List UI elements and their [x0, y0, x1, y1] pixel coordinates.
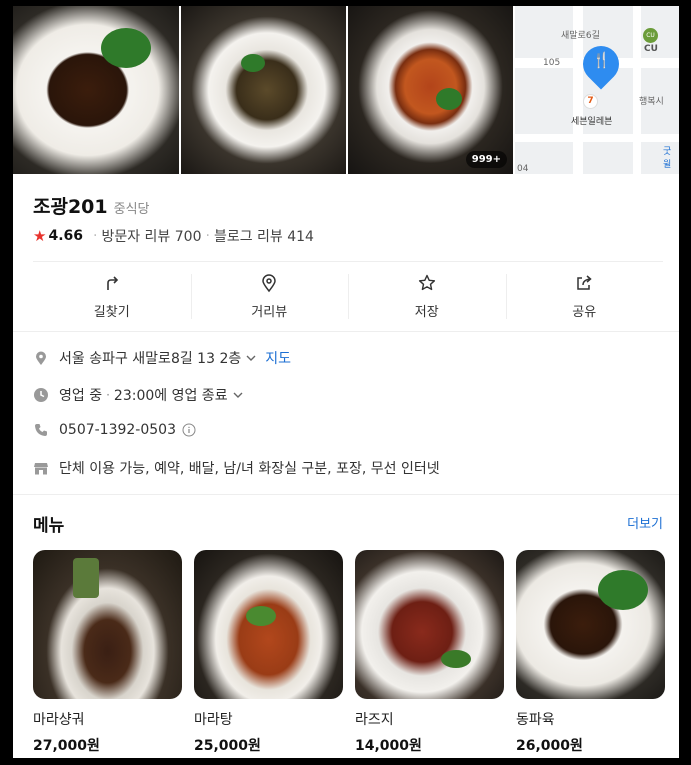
menu-item-image	[516, 550, 665, 699]
menu-item-name: 라즈지	[355, 712, 394, 728]
open-status: 영업 중	[59, 388, 103, 404]
mini-map[interactable]: 새말로6길 CU CU 105 행복시 🍴 7 세븐일레븐 굿윌 04	[515, 6, 679, 174]
photo-count-badge: 999+	[465, 151, 507, 168]
menu-item-image	[355, 550, 504, 699]
menu-item-price: 25,000원	[194, 738, 261, 754]
menu-list: 마라샹궈 27,000원 마라탕 25,000원 라즈지 14,000원 동파육…	[33, 550, 665, 755]
vegetable-garnish	[246, 606, 276, 626]
menu-item[interactable]: 마라샹궈 27,000원	[33, 550, 182, 755]
map-road	[633, 6, 641, 174]
amenities-row: 단체 이용 가능, 예약, 배달, 남/녀 화장실 구분, 포장, 무선 인터넷	[33, 458, 440, 478]
menu-item[interactable]: 마라탕 25,000원	[194, 550, 343, 755]
action-bar: 길찾기 거리뷰 저장 공유	[33, 261, 663, 331]
menu-item-price: 27,000원	[33, 738, 100, 754]
place-card: 999+ 새말로6길 CU CU 105 행복시 🍴 7 세븐일레븐 굿윌 04…	[13, 6, 679, 758]
map-label: 새말로6길	[561, 31, 600, 41]
location-icon	[36, 351, 46, 365]
vegetable-garnish	[101, 28, 151, 68]
map-label: 04	[517, 164, 529, 174]
action-label: 공유	[572, 305, 597, 320]
chevron-down-icon[interactable]	[245, 352, 257, 364]
vegetable-garnish	[598, 570, 648, 610]
info-icon[interactable]	[182, 423, 196, 437]
share-icon	[577, 275, 592, 290]
place-title-row: 조광201 중식당	[33, 192, 150, 219]
photo-soup[interactable]: 999+	[348, 6, 513, 174]
menu-item-name: 동파육	[516, 712, 555, 728]
blog-reviews-link[interactable]: 블로그 리뷰 414	[214, 226, 314, 246]
phone-row: 0507-1392-0503	[33, 422, 196, 438]
menu-item-image	[33, 550, 182, 699]
map-label: 세븐일레븐	[571, 117, 613, 127]
share-button[interactable]: 공유	[505, 262, 664, 331]
section-divider	[13, 494, 679, 495]
address-text: 서울 송파구 새말로8길 13 2층	[59, 351, 242, 367]
place-name: 조광201	[33, 196, 108, 218]
photo-dongpayuk[interactable]	[13, 6, 179, 174]
action-label: 거리뷰	[251, 305, 288, 320]
map-label: 105	[543, 58, 561, 68]
map-road	[515, 134, 679, 142]
rating-row: ★ 4.66 · 방문자 리뷰 700 · 블로그 리뷰 414	[33, 226, 314, 246]
visitor-reviews-link[interactable]: 방문자 리뷰 700	[101, 226, 201, 246]
menu-more-link[interactable]: 더보기	[627, 513, 663, 532]
map-label: 행복시	[639, 97, 664, 107]
bottle-decoration	[73, 558, 99, 598]
vegetable-garnish	[441, 650, 471, 668]
menu-item-price: 26,000원	[516, 738, 583, 754]
directions-icon	[106, 276, 118, 290]
separator-dot: ·	[106, 388, 110, 402]
phone-icon	[35, 424, 47, 436]
map-link[interactable]: 지도	[265, 348, 291, 368]
street-view-button[interactable]: 거리뷰	[190, 262, 349, 331]
phone-number[interactable]: 0507-1392-0503	[59, 422, 176, 438]
place-category: 중식당	[113, 202, 150, 217]
restaurant-icon: 🍴	[592, 51, 611, 69]
menu-item[interactable]: 라즈지 14,000원	[355, 550, 504, 755]
separator-dot: ·	[93, 228, 98, 244]
menu-item-name: 마라탕	[194, 712, 233, 728]
rating-star-icon: ★	[33, 227, 47, 245]
closing-time: 23:00에 영업 종료	[113, 388, 228, 404]
action-label: 저장	[414, 305, 439, 320]
section-divider	[13, 331, 679, 332]
menu-item-price: 14,000원	[355, 738, 422, 754]
address-row: 서울 송파구 새말로8길 13 2층 지도	[33, 348, 291, 368]
photo-stir-fry[interactable]	[181, 6, 346, 174]
vegetable-garnish	[241, 54, 265, 72]
menu-item-name: 마라샹궈	[33, 712, 85, 728]
cu-store-icon: CU	[643, 28, 658, 43]
store-icon	[34, 463, 48, 475]
photo-strip: 999+ 새말로6길 CU CU 105 행복시 🍴 7 세븐일레븐 굿윌 04	[13, 6, 679, 174]
map-label: 굿윌	[663, 147, 672, 170]
save-button[interactable]: 저장	[348, 262, 506, 331]
menu-section-title: 메뉴	[33, 516, 65, 536]
hours-row: 영업 중 · 23:00에 영업 종료	[33, 385, 244, 405]
directions-button[interactable]: 길찾기	[33, 262, 191, 331]
menu-item-image	[194, 550, 343, 699]
map-label: CU	[644, 44, 658, 54]
seven-eleven-icon: 7	[583, 94, 598, 109]
rating-score: 4.66	[48, 228, 83, 244]
street-view-icon	[262, 274, 277, 293]
vegetable-garnish	[436, 88, 462, 110]
amenities-text: 단체 이용 가능, 예약, 배달, 남/녀 화장실 구분, 포장, 무선 인터넷	[59, 461, 440, 477]
menu-item[interactable]: 동파육 26,000원	[516, 550, 665, 755]
separator-dot: ·	[205, 228, 210, 244]
chevron-down-icon[interactable]	[232, 389, 244, 401]
star-outline-icon	[418, 274, 435, 291]
action-label: 길찾기	[93, 305, 130, 320]
clock-icon	[34, 388, 48, 402]
